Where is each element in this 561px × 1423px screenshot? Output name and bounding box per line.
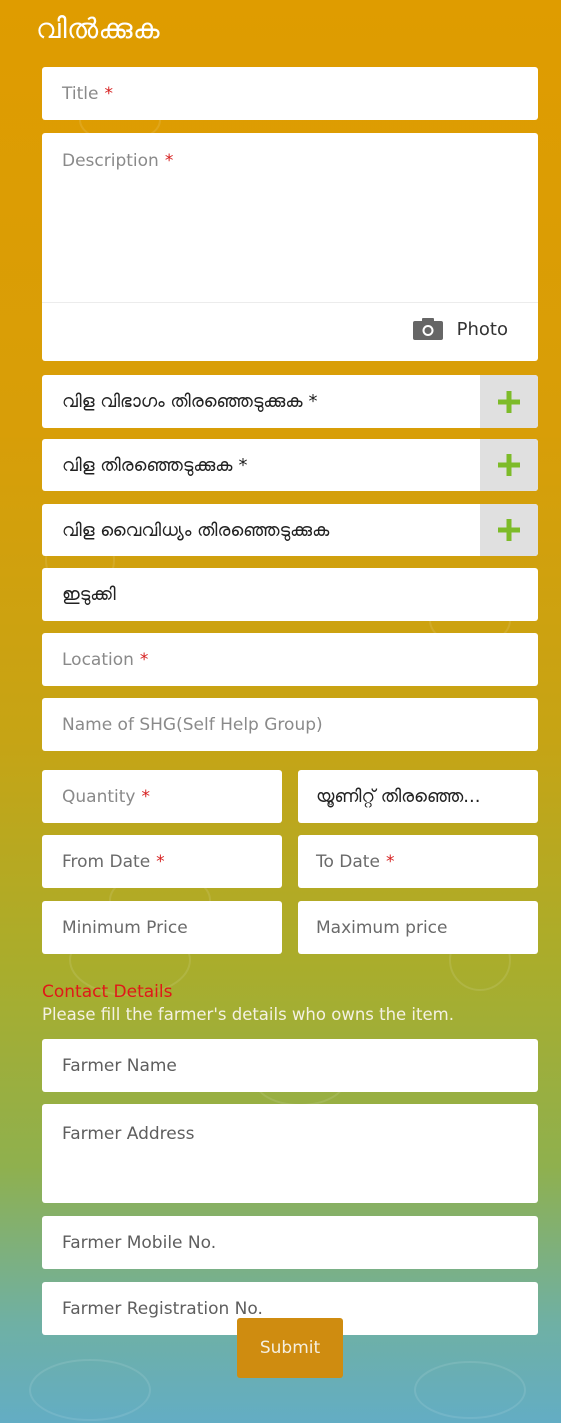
farmer-mobile-placeholder: Farmer Mobile No. [62, 1232, 217, 1253]
description-placeholder: Description [62, 151, 159, 171]
required-mark: * [139, 649, 149, 670]
unit-label: യൂണിറ്റ് തിരഞ്ഞെ... [316, 786, 481, 807]
title-placeholder: Title [62, 83, 99, 104]
contact-details-note: Please fill the farmer's details who own… [42, 1005, 454, 1024]
quantity-input[interactable]: Quantity * [42, 770, 282, 823]
crop-variety-label: വിള വൈവിധ്യം തിരഞ്ഞെടുക്കുക [62, 519, 330, 541]
district-select[interactable]: ഇടുക്കി [42, 568, 538, 621]
crop-variety-select[interactable]: വിള വൈവിധ്യം തിരഞ്ഞെടുക്കുക [42, 504, 538, 556]
add-crop-variety-button[interactable] [480, 504, 538, 556]
farmer-mobile-input[interactable]: Farmer Mobile No. [42, 1216, 538, 1269]
plus-icon [498, 454, 520, 476]
to-date-label: To Date [316, 851, 380, 872]
shg-name-input[interactable]: Name of SHG(Self Help Group) [42, 698, 538, 751]
shg-placeholder: Name of SHG(Self Help Group) [62, 714, 323, 735]
from-date-label: From Date [62, 851, 151, 872]
to-date-input[interactable]: To Date * [298, 835, 538, 888]
add-crop-category-button[interactable] [480, 375, 538, 428]
camera-icon [412, 318, 443, 340]
add-photo-button[interactable]: Photo [412, 318, 508, 340]
crop-category-select[interactable]: വിള വിഭാഗം തിരഞ്ഞെടുക്കുക * [42, 375, 538, 428]
plus-icon [498, 519, 520, 541]
crop-label: വിള തിരഞ്ഞെടുക്കുക [62, 454, 233, 476]
maximum-price-input[interactable]: Maximum price [298, 901, 538, 954]
quantity-placeholder: Quantity [62, 786, 136, 807]
crop-select[interactable]: വിള തിരഞ്ഞെടുക്കുക * [42, 439, 538, 491]
submit-button[interactable]: Submit [237, 1318, 343, 1378]
from-date-input[interactable]: From Date * [42, 835, 282, 888]
farmer-name-input[interactable]: Farmer Name [42, 1039, 538, 1092]
location-placeholder: Location [62, 649, 134, 670]
district-value: ഇടുക്കി [62, 584, 116, 605]
minimum-price-input[interactable]: Minimum Price [42, 901, 282, 954]
unit-select[interactable]: യൂണിറ്റ് തിരഞ്ഞെ... [298, 770, 538, 823]
description-label: Description * [62, 151, 173, 171]
farmer-address-input[interactable]: Farmer Address [42, 1104, 538, 1203]
plus-icon [498, 390, 520, 413]
required-mark: * [104, 83, 113, 104]
farmer-name-placeholder: Farmer Name [62, 1055, 177, 1076]
farmer-address-placeholder: Farmer Address [62, 1124, 195, 1144]
location-input[interactable]: Location * [42, 633, 538, 686]
required-mark: * [141, 786, 150, 807]
required-mark: * [385, 851, 395, 872]
sell-screen: വിൽക്കുക Title * Description * Photo വിള … [0, 0, 561, 1423]
required-mark: * [238, 454, 248, 476]
contact-details-heading: Contact Details [42, 982, 173, 1002]
maximum-price-placeholder: Maximum price [316, 917, 448, 938]
required-mark: * [164, 151, 174, 171]
photo-label: Photo [456, 318, 508, 340]
crop-category-label: വിള വിഭാഗം തിരഞ്ഞെടുക്കുക [62, 391, 303, 412]
required-mark: * [156, 851, 165, 872]
title-input[interactable]: Title * [42, 67, 538, 120]
description-input[interactable]: Description * Photo [42, 133, 538, 361]
farmer-registration-placeholder: Farmer Registration No. [62, 1298, 263, 1319]
page-title: വിൽക്കുക [36, 12, 160, 45]
add-crop-button[interactable] [480, 439, 538, 491]
required-mark: * [308, 391, 318, 412]
description-divider [42, 302, 538, 303]
minimum-price-placeholder: Minimum Price [62, 917, 188, 938]
